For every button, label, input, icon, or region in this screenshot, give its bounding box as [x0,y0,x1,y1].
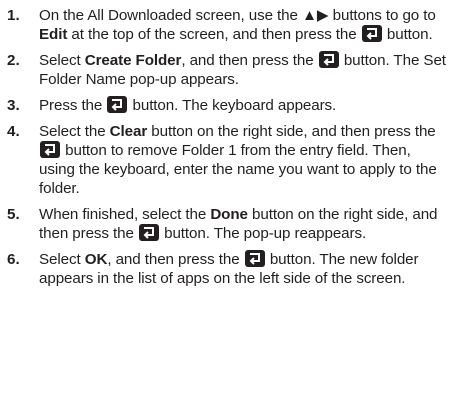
step-number: 2. [7,52,20,69]
step-number: 1. [7,7,20,24]
step-text-segment: Select [39,52,85,69]
step-text-segment: , and then press the [181,52,318,69]
step-keyword: Create Folder [84,52,182,69]
step-text-segment: , and then press the [107,251,244,268]
step-text-segment: Press the [39,97,107,114]
step-number: 5. [7,206,20,223]
step-1: 1. On the All Downloaded screen, use the… [7,6,449,44]
step-text-segment: button to remove Folder 1 from the entry… [39,142,437,197]
step-text-segment: When finished, select the [39,206,211,223]
step-text-segment: On the All Downloaded screen, use the ▲▶… [39,7,436,24]
step-text-segment: button on the right side, and then press… [147,123,436,140]
step-text: On the All Downloaded screen, use the ▲▶… [39,6,449,44]
step-text-segment: Select the [39,123,110,140]
step-text: Press the button. The keyboard appears. [39,96,449,115]
step-text: When finished, select the Done button on… [39,205,449,243]
step-text: Select OK, and then press the button. Th… [39,250,449,288]
step-number: 4. [7,123,20,140]
step-text: Select Create Folder, and then press the… [39,51,449,89]
step-text-segment: button. The pop-up reappears. [159,225,367,242]
step-4: 4. Select the Clear button on the right … [7,122,449,198]
step-2: 2. Select Create Folder, and then press … [7,51,449,89]
step-keyword: Done [210,206,248,223]
step-keyword: OK [84,251,108,268]
instruction-steps: 1. On the All Downloaded screen, use the… [0,0,455,288]
step-text-segment: at the top of the screen, and then press… [67,26,361,43]
step-6: 6. Select OK, and then press the button.… [7,250,449,288]
step-text-segment: button. [382,26,433,43]
enter-button-icon [40,141,60,158]
step-keyword: Edit [39,26,68,43]
step-keyword: Clear [109,123,148,140]
step-text: Select the Clear button on the right sid… [39,122,449,198]
enter-button-icon [318,51,339,68]
enter-button-icon [361,25,382,42]
step-text-segment: button. The keyboard appears. [128,97,337,114]
step-number: 3. [7,97,20,114]
step-5: 5. When finished, select the Done button… [7,205,449,243]
enter-button-icon [107,96,128,113]
step-3: 3. Press the button. The keyboard appear… [7,96,449,115]
step-number: 6. [7,251,20,268]
step-text-segment: Select [39,251,85,268]
enter-button-icon [138,224,159,241]
enter-button-icon [244,250,265,267]
